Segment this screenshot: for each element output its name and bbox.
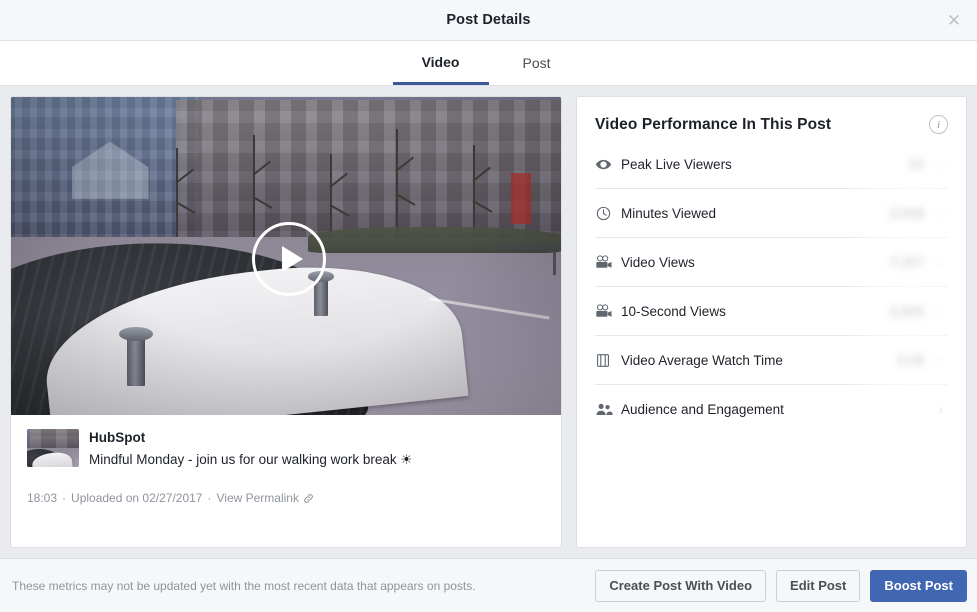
metric-row-ten-second-views[interactable]: 10-Second Views 1,885 › <box>595 287 948 336</box>
dialog-header: Post Details ✕ <box>0 0 977 41</box>
avatar <box>27 429 79 467</box>
post-footer: 18:03 · Uploaded on 02/27/2017 · View Pe… <box>27 491 545 505</box>
link-icon <box>303 493 314 504</box>
metric-label: 10-Second Views <box>621 304 890 319</box>
chevron-right-icon[interactable]: › <box>938 304 948 319</box>
metric-row-audience-and-engagement[interactable]: Audience and Engagement › <box>595 385 948 433</box>
camera-icon <box>595 303 621 320</box>
post-upload-date: Uploaded on 02/27/2017 <box>71 491 202 505</box>
chevron-right-icon[interactable]: › <box>938 353 948 368</box>
metric-value: 82 <box>909 157 938 172</box>
post-info: HubSpot Mindful Monday - join us for our… <box>11 415 561 547</box>
close-icon[interactable]: ✕ <box>941 7 967 33</box>
metrics-header: Video Performance In This Post i <box>577 97 966 140</box>
dialog-footer: These metrics may not be updated yet wit… <box>0 558 977 612</box>
film-icon <box>595 352 621 369</box>
metric-row-video-views[interactable]: Video Views 7,387 › <box>595 238 948 287</box>
tab-video[interactable]: Video <box>393 41 489 85</box>
post-header: HubSpot Mindful Monday - join us for our… <box>27 429 545 469</box>
metrics-list: Peak Live Viewers 82 › Minutes Viewed 2,… <box>577 140 966 433</box>
metric-label: Video Views <box>621 255 890 270</box>
create-post-with-video-button[interactable]: Create Post With Video <box>595 570 766 602</box>
metric-label: Minutes Viewed <box>621 206 890 221</box>
clock-icon <box>595 205 621 222</box>
dialog-body: HubSpot Mindful Monday - join us for our… <box>0 86 977 558</box>
eye-icon <box>595 156 621 173</box>
view-permalink-link[interactable]: View Permalink <box>216 491 298 505</box>
video-performance-card: Video Performance In This Post i Peak Li… <box>576 96 967 548</box>
avatar-building <box>30 429 79 448</box>
chevron-right-icon[interactable]: › <box>938 255 948 270</box>
chevron-right-icon[interactable]: › <box>938 402 948 417</box>
edit-post-button[interactable]: Edit Post <box>776 570 860 602</box>
chevron-right-icon[interactable]: › <box>938 157 948 172</box>
tab-post[interactable]: Post <box>489 41 585 85</box>
metric-value: 7,387 <box>890 255 938 270</box>
play-icon[interactable] <box>252 222 326 296</box>
footer-separator: · <box>207 491 211 505</box>
metric-row-video-average-watch-time[interactable]: Video Average Watch Time 0:08 › <box>595 336 948 385</box>
metric-label: Audience and Engagement <box>621 402 924 417</box>
chevron-right-icon[interactable]: › <box>938 206 948 221</box>
metrics-title: Video Performance In This Post <box>595 116 831 134</box>
footer-separator: · <box>62 491 66 505</box>
post-time: 18:03 <box>27 491 57 505</box>
post-author[interactable]: HubSpot <box>89 430 413 447</box>
camera-icon <box>595 254 621 271</box>
metrics-disclaimer: These metrics may not be updated yet wit… <box>12 579 585 593</box>
metric-label: Video Average Watch Time <box>621 353 898 368</box>
post-details-dialog: Post Details ✕ Video Post <box>0 0 977 612</box>
people-icon <box>595 401 621 418</box>
video-card: HubSpot Mindful Monday - join us for our… <box>10 96 562 548</box>
video-thumbnail[interactable] <box>11 97 561 415</box>
info-icon[interactable]: i <box>929 115 948 134</box>
page-title: Post Details <box>446 12 530 28</box>
tab-bar: Video Post <box>0 41 977 86</box>
avatar-scene <box>27 429 79 467</box>
post-meta: HubSpot Mindful Monday - join us for our… <box>89 429 413 469</box>
play-triangle <box>282 246 303 272</box>
metric-value: 0:08 <box>898 353 938 368</box>
boost-post-button[interactable]: Boost Post <box>870 570 967 602</box>
metric-row-minutes-viewed[interactable]: Minutes Viewed 2,588 › <box>595 189 948 238</box>
metric-row-peak-live-viewers[interactable]: Peak Live Viewers 82 › <box>595 140 948 189</box>
metric-label: Peak Live Viewers <box>621 157 909 172</box>
metric-value: 2,588 <box>890 206 938 221</box>
metric-value: 1,885 <box>890 304 938 319</box>
post-message: Mindful Monday - join us for our walking… <box>89 450 413 470</box>
